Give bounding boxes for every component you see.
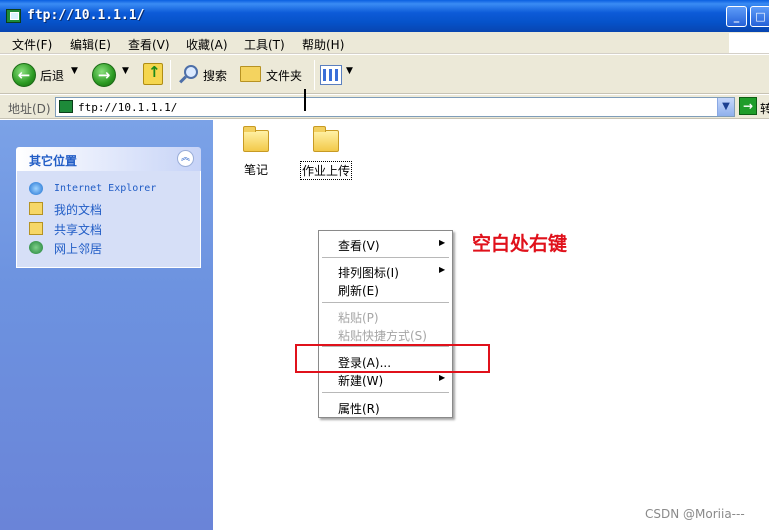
folder-item-homework-upload[interactable]: 作业上传: [296, 126, 356, 180]
go-button-label[interactable]: 转: [760, 100, 769, 117]
back-arrow-icon[interactable]: ←: [12, 63, 36, 87]
context-item-label[interactable]: 查看(V): [338, 237, 380, 254]
context-item-label[interactable]: 新建(W): [338, 372, 383, 389]
other-places-header[interactable]: 其它位置 ︽: [16, 147, 201, 171]
menu-separator: [322, 302, 449, 303]
context-item-label: 粘贴快捷方式(S): [338, 329, 427, 343]
context-item-properties[interactable]: 属性(R): [319, 399, 452, 416]
context-item-refresh[interactable]: 刷新(E): [319, 281, 452, 298]
maximize-button[interactable]: □: [750, 6, 769, 27]
folder-label[interactable]: 笔记: [243, 161, 269, 178]
explorer-window: ftp://10.1.1.1/ _ □ 文件(F) 编辑(E) 查看(V) 收藏…: [0, 0, 769, 530]
ftp-location-icon: [59, 100, 73, 113]
folders-icon[interactable]: [240, 66, 261, 82]
login-highlight-box: [295, 344, 490, 373]
context-item-label[interactable]: 排列图标(I): [338, 264, 399, 281]
folder-item-notes[interactable]: 笔记: [226, 126, 286, 178]
submenu-arrow-icon: ▶: [439, 238, 446, 247]
windows-logo-area: [729, 33, 769, 53]
search-icon[interactable]: [178, 64, 200, 86]
forward-arrow-icon[interactable]: →: [92, 63, 116, 87]
context-item-label[interactable]: 属性(R): [338, 400, 380, 417]
menu-view[interactable]: 查看(V): [128, 36, 170, 53]
minimize-button[interactable]: _: [726, 6, 747, 27]
folders-button-label[interactable]: 文件夹: [266, 67, 302, 84]
title-bar[interactable]: ftp://10.1.1.1/ _ □: [0, 0, 769, 32]
context-item-paste: 粘贴(P): [319, 308, 452, 325]
address-bar: 地址(D) ftp://10.1.1.1/ ▼ → 转: [0, 95, 769, 119]
other-places-panel: 其它位置 ︽ Internet Explorer 我的文档 共享文档 网上邻居: [16, 147, 201, 288]
menu-bar: 文件(F) 编辑(E) 查看(V) 收藏(A) 工具(T) 帮助(H): [0, 32, 769, 54]
address-dropdown-icon[interactable]: ▼: [717, 98, 734, 116]
menu-edit[interactable]: 编辑(E): [70, 36, 111, 53]
context-item-paste-shortcut: 粘贴快捷方式(S): [319, 326, 452, 343]
context-item-label[interactable]: 刷新(E): [338, 282, 379, 299]
task-pane: 其它位置 ︽ Internet Explorer 我的文档 共享文档 网上邻居: [0, 120, 213, 530]
views-dropdown-icon[interactable]: ▼: [346, 66, 353, 76]
menu-separator: [322, 392, 449, 393]
collapse-chevron-icon[interactable]: ︽: [177, 150, 194, 167]
shared-documents-icon: [29, 222, 43, 235]
submenu-arrow-icon: ▶: [439, 265, 446, 274]
my-documents-icon: [29, 202, 43, 215]
place-label[interactable]: Internet Explorer: [54, 183, 156, 194]
back-button-label[interactable]: 后退: [40, 67, 64, 84]
other-places-list: Internet Explorer 我的文档 共享文档 网上邻居: [16, 171, 201, 268]
menu-file[interactable]: 文件(F): [12, 36, 52, 53]
place-label[interactable]: 我的文档: [54, 201, 102, 218]
toolbar: ← 后退 ▼ → ▼ 搜索 文件夹 ▼: [0, 55, 769, 94]
context-item-arrange-icons[interactable]: 排列图标(I) ▶: [319, 263, 452, 280]
views-icon[interactable]: [320, 65, 342, 85]
menu-help[interactable]: 帮助(H): [302, 36, 344, 53]
back-dropdown-icon[interactable]: ▼: [71, 66, 78, 76]
other-places-title: 其它位置: [29, 154, 78, 168]
menu-favorites[interactable]: 收藏(A): [186, 36, 228, 53]
folder-icon[interactable]: [243, 126, 269, 152]
menu-tools[interactable]: 工具(T): [244, 36, 285, 53]
up-folder-icon[interactable]: [143, 63, 163, 85]
text-cursor: [304, 89, 306, 111]
address-input[interactable]: ftp://10.1.1.1/ ▼: [55, 97, 735, 117]
submenu-arrow-icon: ▶: [439, 373, 446, 382]
network-places-icon: [29, 241, 43, 254]
ftp-folder-icon: [6, 9, 21, 23]
context-item-label: 粘贴(P): [338, 311, 379, 325]
search-button-label[interactable]: 搜索: [203, 67, 227, 84]
forward-dropdown-icon[interactable]: ▼: [122, 66, 129, 76]
right-click-annotation: 空白处右键: [472, 233, 568, 255]
toolbar-separator: [314, 60, 315, 90]
toolbar-separator: [170, 60, 171, 90]
address-label: 地址(D): [8, 102, 51, 116]
address-value[interactable]: ftp://10.1.1.1/: [78, 101, 177, 114]
window-title: ftp://10.1.1.1/: [27, 8, 145, 23]
context-menu: 查看(V) ▶ 排列图标(I) ▶ 刷新(E) 粘贴(P) 粘贴快捷方式(S) …: [318, 230, 453, 418]
place-label[interactable]: 共享文档: [54, 221, 102, 238]
place-label[interactable]: 网上邻居: [54, 240, 102, 257]
ie-icon: [29, 182, 43, 195]
context-item-new[interactable]: 新建(W) ▶: [319, 371, 452, 388]
watermark: CSDN @Moriia---: [645, 507, 745, 521]
go-arrow-icon[interactable]: →: [739, 97, 757, 115]
folder-icon[interactable]: [313, 126, 339, 152]
menu-separator: [322, 257, 449, 258]
context-item-view[interactable]: 查看(V) ▶: [319, 236, 452, 253]
folder-label[interactable]: 作业上传: [299, 161, 352, 180]
